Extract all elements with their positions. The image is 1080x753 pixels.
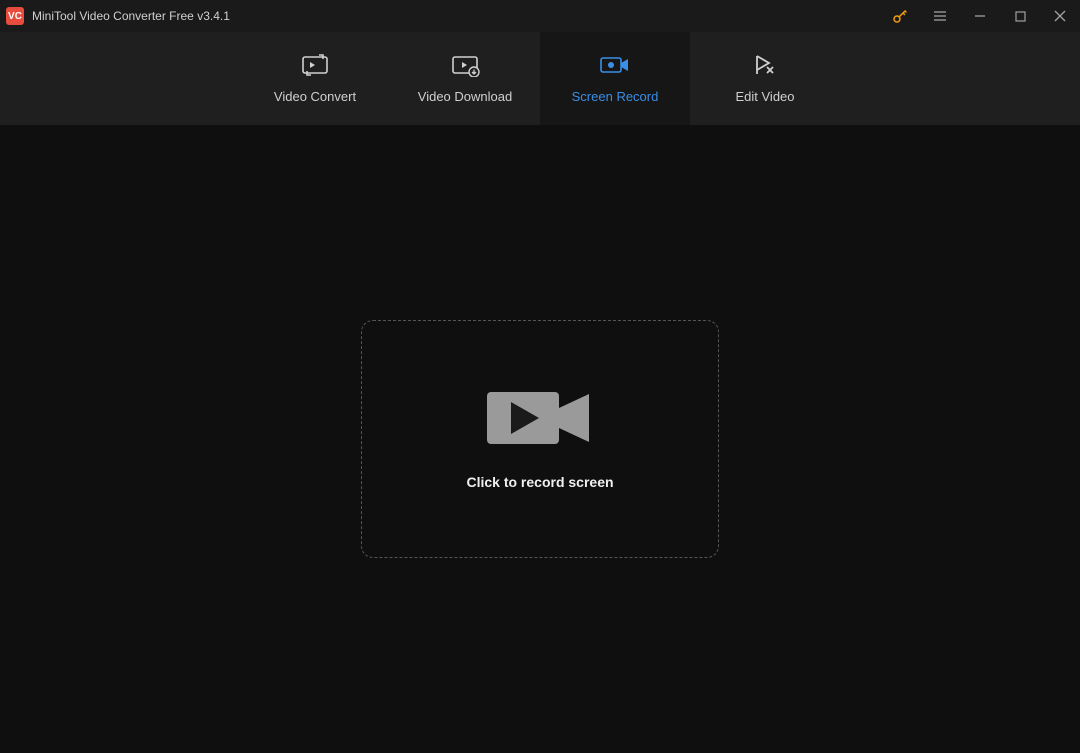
tab-label: Video Download [418, 89, 512, 104]
app-logo-icon: VC [6, 7, 24, 25]
camera-play-icon [487, 388, 593, 448]
tab-video-download[interactable]: Video Download [390, 32, 540, 125]
tab-label: Screen Record [572, 89, 659, 104]
tab-edit-video[interactable]: Edit Video [690, 32, 840, 125]
tab-screen-record[interactable]: Screen Record [540, 32, 690, 125]
tab-label: Edit Video [735, 89, 794, 104]
record-screen-button[interactable]: Click to record screen [361, 320, 719, 558]
maximize-button[interactable] [1000, 0, 1040, 32]
edit-icon [749, 53, 781, 77]
app-title: MiniTool Video Converter Free v3.4.1 [32, 9, 230, 23]
titlebar-left: VC MiniTool Video Converter Free v3.4.1 [6, 7, 230, 25]
minimize-button[interactable] [960, 0, 1000, 32]
main-content: Click to record screen [0, 125, 1080, 753]
nav-tabs: Video Convert Video Download Screen Reco… [0, 32, 1080, 125]
download-icon [449, 53, 481, 77]
menu-icon[interactable] [920, 0, 960, 32]
record-label: Click to record screen [466, 474, 613, 490]
key-icon[interactable] [880, 0, 920, 32]
record-icon [599, 53, 631, 77]
titlebar-right [880, 0, 1080, 32]
convert-icon [299, 53, 331, 77]
close-button[interactable] [1040, 0, 1080, 32]
tab-label: Video Convert [274, 89, 356, 104]
titlebar: VC MiniTool Video Converter Free v3.4.1 [0, 0, 1080, 32]
tab-video-convert[interactable]: Video Convert [240, 32, 390, 125]
